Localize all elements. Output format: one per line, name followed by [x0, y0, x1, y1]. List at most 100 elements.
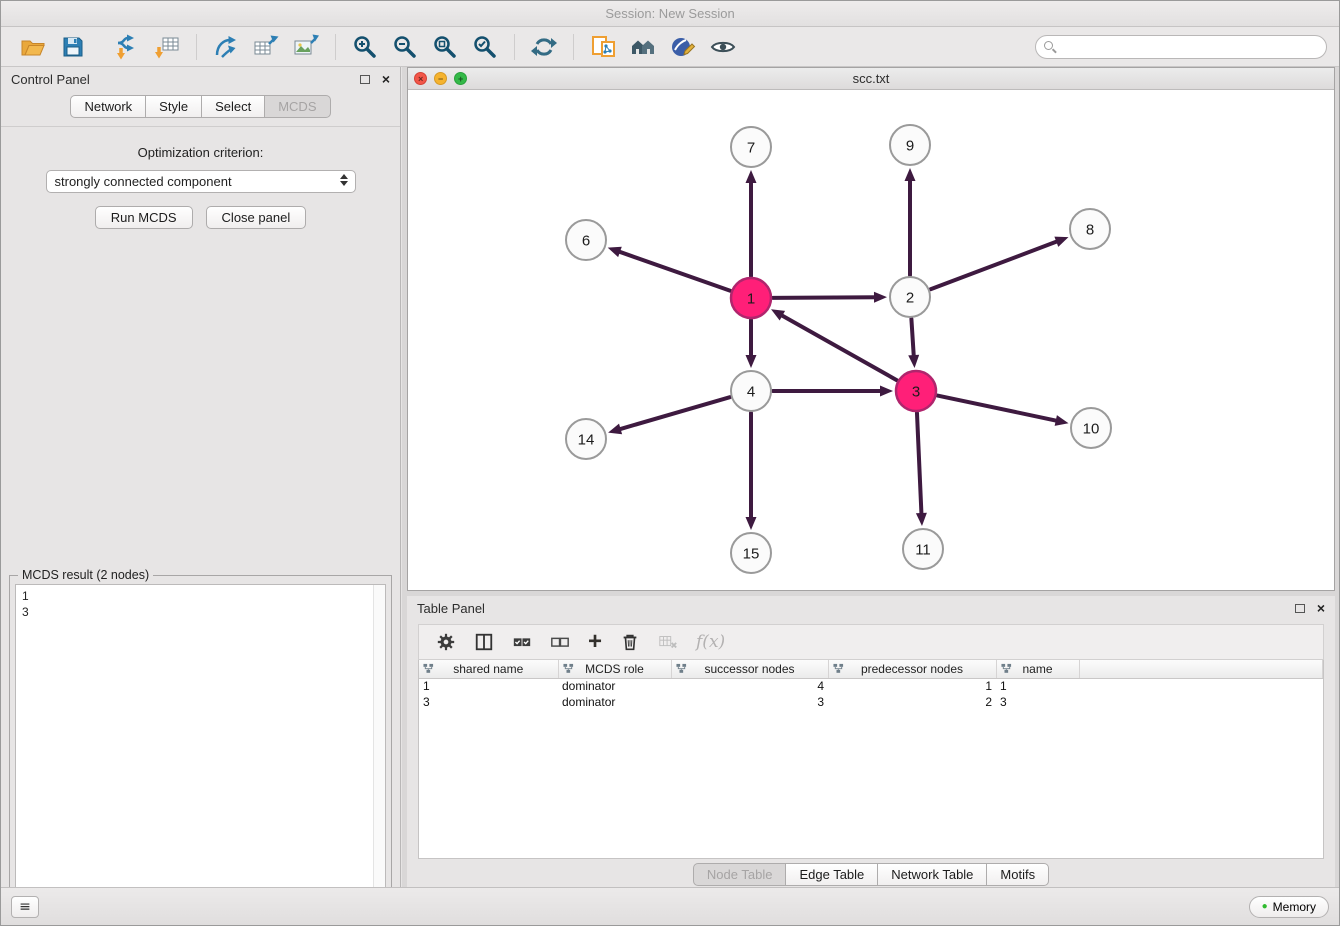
- show-columns-button[interactable]: [474, 632, 494, 652]
- panel-menu-button[interactable]: ≡: [11, 896, 39, 918]
- column-header-shared-name[interactable]: shared name: [419, 660, 558, 678]
- graph-edge-2-3[interactable]: [911, 319, 913, 358]
- optimization-criterion-label: Optimization criterion:: [1, 145, 400, 160]
- cell-shared-name[interactable]: 1: [419, 678, 558, 694]
- cell-name[interactable]: 1: [996, 678, 1079, 694]
- graph-node-label: 2: [906, 289, 914, 306]
- tab-edge-table[interactable]: Edge Table: [785, 863, 878, 886]
- graph-arrowhead: [746, 355, 757, 368]
- table-toolbar: +: [418, 624, 1324, 660]
- zoom-fit-icon[interactable]: [432, 34, 458, 60]
- tab-style[interactable]: Style: [145, 95, 202, 118]
- graph-arrowhead: [905, 168, 916, 181]
- zoom-in-icon[interactable]: [352, 34, 378, 60]
- column-type-icon: [676, 663, 687, 677]
- table-panel-header: Table Panel ×: [407, 596, 1335, 620]
- tab-mcds[interactable]: MCDS: [264, 95, 330, 118]
- zoom-selected-icon[interactable]: [472, 34, 498, 60]
- graph-edge-1-6[interactable]: [617, 251, 730, 291]
- network-window-titlebar[interactable]: × − + scc.txt: [408, 68, 1334, 90]
- graph-node-label: 9: [906, 137, 914, 154]
- column-header-mcds-role[interactable]: MCDS role: [558, 660, 671, 678]
- table-row[interactable]: 1 dominator 4 1 1: [419, 678, 1323, 694]
- graph-edge-4-14[interactable]: [618, 397, 730, 430]
- save-icon[interactable]: [60, 34, 86, 60]
- column-header-filler: [1079, 660, 1323, 678]
- close-panel-icon[interactable]: ×: [382, 72, 390, 86]
- tab-motifs[interactable]: Motifs: [986, 863, 1049, 886]
- graph-node-label: 1: [747, 290, 755, 307]
- import-network-icon[interactable]: [114, 34, 140, 60]
- show-hide-icon[interactable]: [710, 34, 736, 60]
- table-row[interactable]: 3 dominator 3 2 3: [419, 694, 1323, 710]
- mcds-result-title: MCDS result (2 nodes): [18, 568, 153, 582]
- run-mcds-button[interactable]: Run MCDS: [95, 206, 193, 229]
- column-type-icon: [1001, 663, 1012, 677]
- float-panel-icon[interactable]: [360, 75, 370, 84]
- control-panel-title: Control Panel: [11, 72, 90, 87]
- close-table-panel-icon[interactable]: ×: [1317, 601, 1325, 615]
- table-settings-button[interactable]: [436, 632, 456, 652]
- search-icon: [1044, 41, 1053, 50]
- graph-arrowhead: [746, 517, 757, 530]
- apply-style-icon[interactable]: [670, 34, 696, 60]
- home-neighbors-icon[interactable]: [630, 34, 656, 60]
- cell-successor-nodes[interactable]: 4: [671, 678, 828, 694]
- application-window: Session: New Session: [0, 0, 1340, 926]
- control-panel-header: Control Panel ×: [1, 67, 400, 91]
- fx-icon: f(x): [696, 632, 725, 652]
- table-header-row: shared name MCDS role successor nodes: [419, 660, 1323, 678]
- cell-predecessor-nodes[interactable]: 1: [828, 678, 996, 694]
- tab-network[interactable]: Network: [70, 95, 146, 118]
- network-graph[interactable]: 7968124314101511: [408, 90, 1334, 590]
- tab-node-table[interactable]: Node Table: [693, 863, 787, 886]
- column-header-name[interactable]: name: [996, 660, 1079, 678]
- delete-table-button[interactable]: [658, 632, 678, 652]
- refresh-icon[interactable]: [531, 34, 557, 60]
- tab-select[interactable]: Select: [201, 95, 265, 118]
- export-image-icon[interactable]: [293, 34, 319, 60]
- result-scrollbar[interactable]: [373, 585, 385, 888]
- graph-edge-3-1[interactable]: [780, 314, 897, 380]
- add-column-button[interactable]: +: [588, 632, 602, 652]
- select-all-button[interactable]: [512, 632, 532, 652]
- column-header-successor-nodes[interactable]: successor nodes: [671, 660, 828, 678]
- graph-edge-1-2[interactable]: [773, 297, 877, 298]
- cell-mcds-role[interactable]: dominator: [558, 694, 671, 710]
- graph-node-label: 8: [1086, 221, 1094, 238]
- titlebar: Session: New Session: [1, 1, 1339, 27]
- tab-network-table[interactable]: Network Table: [877, 863, 987, 886]
- deselect-all-button[interactable]: [550, 632, 570, 652]
- menu-icon: ≡: [19, 899, 31, 915]
- graph-edge-3-11[interactable]: [917, 413, 922, 516]
- float-table-panel-icon[interactable]: [1295, 604, 1305, 613]
- criterion-select[interactable]: strongly connected component: [46, 170, 356, 193]
- plus-icon: +: [588, 632, 602, 652]
- cell-mcds-role[interactable]: dominator: [558, 678, 671, 694]
- zoom-out-icon[interactable]: [392, 34, 418, 60]
- combo-stepper-icon: [340, 174, 348, 186]
- search-input[interactable]: [1035, 35, 1327, 59]
- mcds-result-text[interactable]: 1 3: [15, 584, 386, 889]
- graph-arrowhead: [874, 292, 887, 303]
- graph-arrowhead: [880, 386, 893, 397]
- delete-column-button[interactable]: [620, 632, 640, 652]
- cell-name[interactable]: 3: [996, 694, 1079, 710]
- column-header-predecessor-nodes[interactable]: predecessor nodes: [828, 660, 996, 678]
- function-builder-button[interactable]: f(x): [696, 632, 725, 652]
- import-table-icon[interactable]: [154, 34, 180, 60]
- cell-shared-name[interactable]: 3: [419, 694, 558, 710]
- table-panel: Table Panel ×: [407, 596, 1335, 889]
- graph-edge-3-10[interactable]: [938, 396, 1059, 422]
- branch-arrows-icon[interactable]: [213, 34, 239, 60]
- graph-edge-2-8[interactable]: [931, 241, 1060, 290]
- memory-button[interactable]: ● Memory: [1249, 896, 1329, 918]
- toolbar-separator: [573, 34, 574, 60]
- cell-predecessor-nodes[interactable]: 2: [828, 694, 996, 710]
- trash-icon: [620, 632, 640, 652]
- cell-successor-nodes[interactable]: 3: [671, 694, 828, 710]
- close-panel-button[interactable]: Close panel: [206, 206, 307, 229]
- open-folder-icon[interactable]: [20, 34, 46, 60]
- clone-network-icon[interactable]: [590, 34, 616, 60]
- export-table-icon[interactable]: [253, 34, 279, 60]
